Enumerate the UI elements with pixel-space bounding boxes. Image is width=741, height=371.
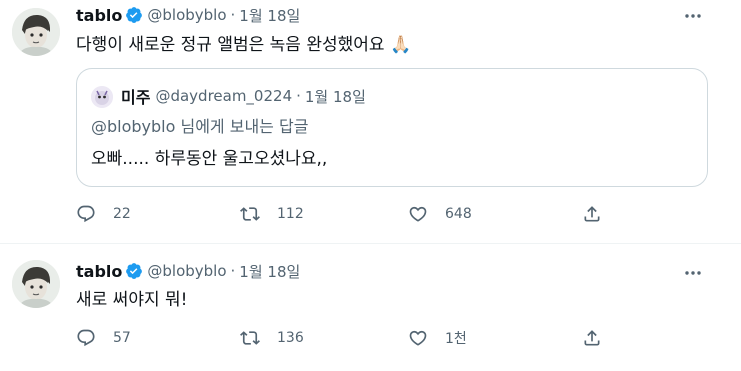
retweet-count: 136	[277, 330, 304, 346]
share-icon	[584, 206, 600, 222]
retweet-count: 112	[277, 206, 304, 222]
separator-dot: ·	[230, 262, 236, 280]
quote-handle[interactable]: @daydream_0224	[155, 87, 292, 105]
retweet-icon	[240, 331, 260, 345]
handle[interactable]: @blobyblo	[147, 6, 226, 24]
timestamp[interactable]: 1월 18일	[239, 5, 300, 26]
share-button[interactable]	[582, 326, 602, 350]
avatar[interactable]	[12, 260, 60, 308]
quote-timestamp[interactable]: 1월 18일	[305, 86, 366, 107]
more-options-icon[interactable]	[683, 263, 703, 283]
display-name[interactable]: tablo	[76, 262, 122, 281]
tweet-text: 다행이 새로운 정규 앨범은 녹음 완성했어요 🙏🏻	[76, 35, 412, 55]
mention-link[interactable]: @blobyblo	[91, 117, 175, 136]
verified-badge-icon	[126, 7, 143, 23]
timestamp[interactable]: 1월 18일	[239, 261, 300, 282]
more-options-icon[interactable]	[683, 6, 703, 26]
reply-icon	[77, 329, 95, 347]
reply-count: 22	[113, 206, 131, 222]
tweet-actions: 22 112 648	[76, 202, 616, 226]
tweet-header: tablo @blobyblo · 1월 18일	[76, 3, 300, 27]
reply-context: @blobyblo 님에게 보내는 답글	[91, 116, 308, 138]
tweet-header: tablo @blobyblo · 1월 18일	[76, 259, 300, 283]
reply-button[interactable]: 22	[76, 202, 131, 226]
avatar-illustration	[12, 8, 60, 56]
display-name[interactable]: tablo	[76, 6, 122, 25]
retweet-icon	[240, 207, 260, 221]
tweet-actions: 57 136 1천	[76, 326, 616, 350]
avatar-illustration	[12, 260, 60, 308]
quote-header: 미주 @daydream_0224 · 1월 18일	[121, 84, 366, 108]
separator-dot: ·	[230, 6, 236, 24]
reply-count: 57	[113, 330, 131, 346]
quote-text: 오빠..... 하루동안 울고오셨나요,,	[91, 149, 328, 169]
tweet[interactable]: tablo @blobyblo · 1월 18일 새로 써야지 뭐! 57 13…	[0, 244, 741, 371]
like-button[interactable]: 1천	[408, 326, 467, 350]
like-count: 1천	[445, 331, 467, 347]
avatar[interactable]	[12, 8, 60, 56]
retweet-button[interactable]: 112	[240, 202, 304, 226]
quote-display-name[interactable]: 미주	[121, 84, 150, 108]
quote-avatar	[91, 86, 113, 108]
reply-button[interactable]: 57	[76, 326, 131, 350]
share-button[interactable]	[582, 202, 602, 226]
like-count: 648	[445, 206, 472, 222]
verified-badge-icon	[126, 263, 143, 279]
heart-icon	[409, 206, 427, 222]
like-button[interactable]: 648	[408, 202, 472, 226]
reply-context-label: 님에게 보내는 답글	[175, 117, 309, 136]
tweet-text: 새로 써야지 뭐!	[76, 290, 188, 310]
share-icon	[584, 330, 600, 346]
reply-icon	[77, 205, 95, 223]
separator-dot: ·	[296, 87, 301, 105]
heart-icon	[409, 330, 427, 346]
tweet[interactable]: tablo @blobyblo · 1월 18일 다행이 새로운 정규 앨범은 …	[0, 0, 741, 244]
handle[interactable]: @blobyblo	[147, 262, 226, 280]
quoted-tweet[interactable]: 미주 @daydream_0224 · 1월 18일 @blobyblo 님에게…	[76, 68, 708, 187]
retweet-button[interactable]: 136	[240, 326, 304, 350]
